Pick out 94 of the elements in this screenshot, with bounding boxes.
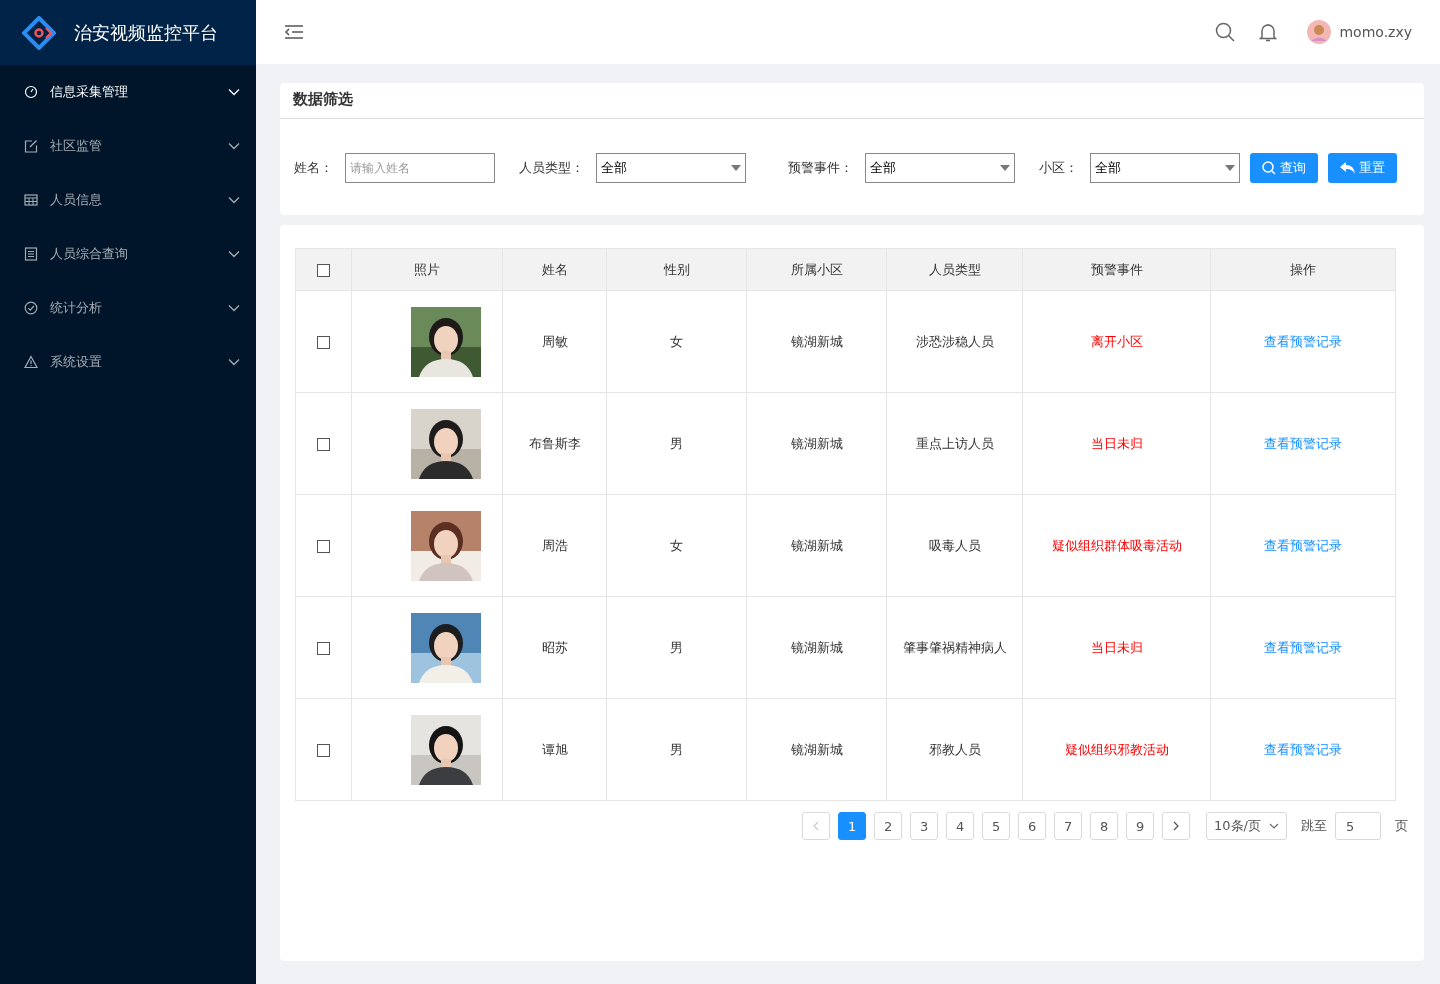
field-label: 人员类型：: [519, 159, 584, 177]
menu-item[interactable]: 人员信息: [0, 173, 256, 227]
page-button[interactable]: 6: [1018, 812, 1047, 840]
page-button[interactable]: 8: [1090, 812, 1119, 840]
person-type-text: 涉恐涉稳人员: [915, 333, 994, 349]
community-text: 镜湖新城: [790, 741, 843, 757]
alert-event-text: 当日未归: [1090, 639, 1143, 655]
column-header: 姓名: [502, 248, 607, 291]
person-type-text: 重点上访人员: [915, 435, 994, 451]
person-type-text: 肇事肇祸精神病人: [902, 639, 1007, 655]
community-text: 镜湖新城: [790, 333, 843, 349]
gender-text: 男: [670, 741, 683, 757]
jump-label: 跳至: [1301, 817, 1327, 835]
chevron-down-icon: [228, 358, 240, 366]
menu-icon: [284, 24, 304, 40]
community-text: 镜湖新城: [790, 537, 843, 553]
community-text: 镜湖新城: [790, 639, 843, 655]
bell-icon: [1259, 22, 1278, 42]
menu-item[interactable]: 系统设置: [0, 335, 256, 389]
avatar-icon: [1307, 20, 1332, 44]
dropdown-arrow-icon: [1000, 165, 1010, 171]
alert-event-text: 疑似组织群体吸毒活动: [1051, 537, 1182, 553]
page-button[interactable]: 7: [1054, 812, 1083, 840]
page-button[interactable]: 2: [874, 812, 903, 840]
column-header: 操作: [1210, 248, 1396, 291]
name-input[interactable]: 请输入姓名: [345, 153, 495, 183]
chevron-right-icon: [1173, 821, 1180, 831]
person-name: 周浩: [541, 537, 568, 553]
app-title: 治安视频监控平台: [74, 20, 218, 45]
page-button[interactable]: 9: [1126, 812, 1155, 840]
column-header: 性别: [606, 248, 747, 291]
chevron-down-icon: [228, 88, 240, 96]
chevron-down-icon: [228, 250, 240, 258]
menu-item[interactable]: 社区监管: [0, 119, 256, 173]
person-name: 昭苏: [541, 639, 568, 655]
chevron-down-icon: [228, 142, 240, 150]
page-jump-input[interactable]: 5: [1335, 812, 1381, 840]
user-menu[interactable]: momo.zxy: [1307, 20, 1412, 44]
chevron-down-icon: [228, 304, 240, 312]
gender-text: 女: [670, 333, 683, 349]
column-header: 人员类型: [886, 248, 1023, 291]
chevron-down-icon: [1269, 823, 1279, 829]
row-checkbox[interactable]: [317, 336, 330, 349]
page-unit-label: 页: [1395, 817, 1408, 835]
user-name: momo.zxy: [1339, 24, 1412, 40]
column-header: 照片: [351, 248, 503, 291]
reply-arrow-icon: [1340, 162, 1355, 174]
row-checkbox[interactable]: [317, 744, 330, 757]
community-text: 镜湖新城: [790, 435, 843, 451]
person-name: 周敏: [541, 333, 568, 349]
page-size-select[interactable]: 10条/页: [1206, 812, 1287, 840]
logo-icon: [22, 15, 56, 50]
column-header: 所属小区: [746, 248, 887, 291]
warning-icon: [24, 355, 38, 369]
dropdown-arrow-icon: [731, 165, 741, 171]
page-button[interactable]: 5: [982, 812, 1011, 840]
person-name: 谭旭: [541, 741, 568, 757]
row-checkbox[interactable]: [317, 540, 330, 553]
gender-text: 女: [670, 537, 683, 553]
field-label: 姓名：: [294, 159, 333, 177]
menu-item[interactable]: 统计分析: [0, 281, 256, 335]
edit-icon: [24, 139, 38, 153]
gauge-icon: [24, 85, 38, 99]
page-button[interactable]: 3: [910, 812, 939, 840]
person-type-text: 吸毒人员: [928, 537, 981, 553]
menu-button[interactable]: [282, 22, 306, 42]
row-checkbox[interactable]: [317, 642, 330, 655]
table-icon: [24, 193, 38, 207]
search-icon: [1262, 161, 1276, 175]
field-label: 预警事件：: [788, 159, 853, 177]
page-button[interactable]: 4: [946, 812, 975, 840]
check-circle-icon: [24, 301, 38, 315]
column-header: 预警事件: [1022, 248, 1211, 291]
menu-item[interactable]: 人员综合查询: [0, 227, 256, 281]
alert-event-text: 当日未归: [1090, 435, 1143, 451]
dropdown-arrow-icon: [1225, 165, 1235, 171]
select-field[interactable]: 全部: [1090, 153, 1240, 183]
chevron-left-icon: [813, 821, 820, 831]
list-icon: [24, 247, 38, 261]
gender-text: 男: [670, 435, 683, 451]
row-checkbox[interactable]: [317, 438, 330, 451]
panel-title: 数据筛选: [280, 83, 1424, 119]
person-type-text: 邪教人员: [928, 741, 981, 757]
chevron-down-icon: [228, 196, 240, 204]
person-name: 布鲁斯李: [528, 435, 581, 451]
field-label: 小区：: [1039, 159, 1078, 177]
alert-event-text: 离开小区: [1090, 333, 1143, 349]
select-field[interactable]: 全部: [865, 153, 1015, 183]
search-icon: [1215, 22, 1236, 42]
gender-text: 男: [670, 639, 683, 655]
select-field[interactable]: 全部: [596, 153, 746, 183]
alert-event-text: 疑似组织邪教活动: [1064, 741, 1169, 757]
select-all-checkbox[interactable]: [317, 264, 330, 277]
menu-item[interactable]: 信息采集管理: [0, 65, 256, 119]
